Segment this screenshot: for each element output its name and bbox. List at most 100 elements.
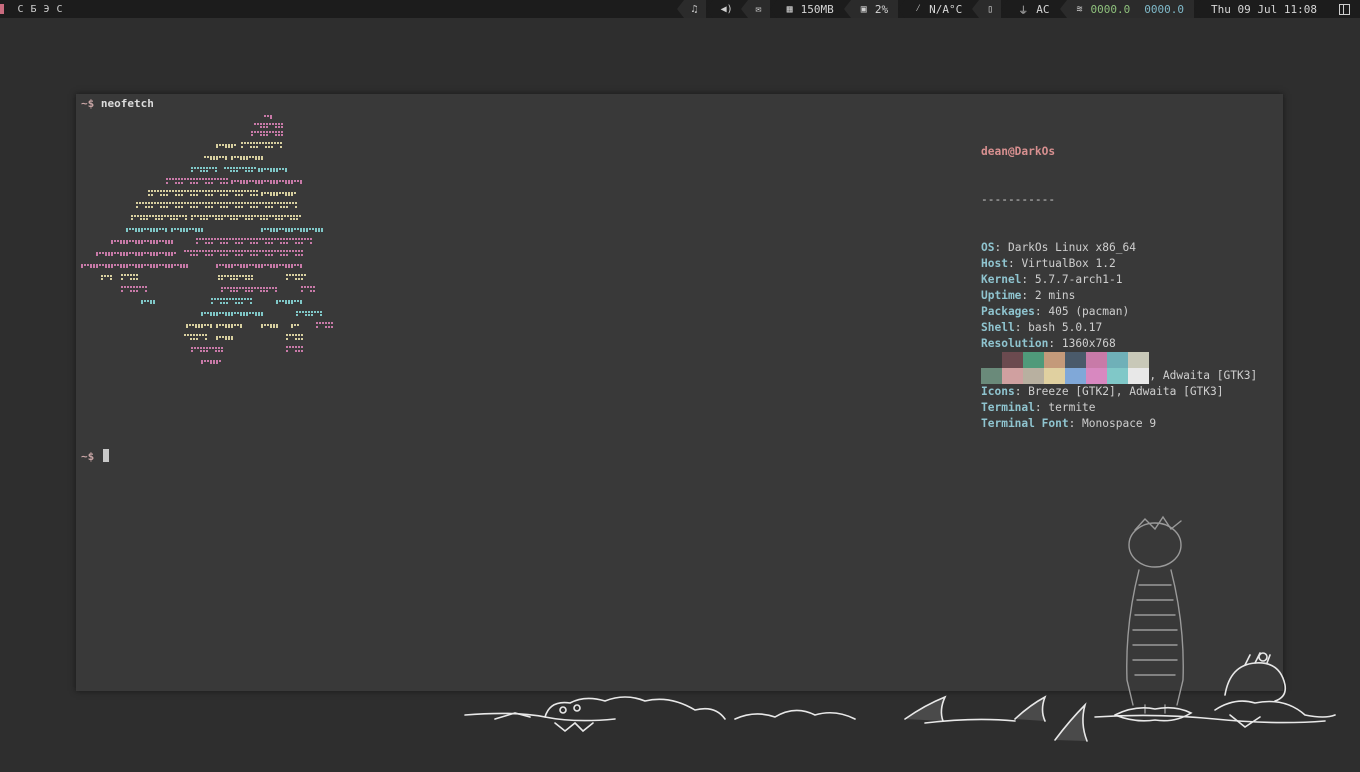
ascii-art-dot [294, 180, 296, 182]
ascii-art-dot [211, 298, 213, 300]
ascii-art-dot [274, 250, 276, 252]
ascii-art-dot [295, 350, 297, 352]
music-widget[interactable]: ♫ [683, 0, 706, 18]
ascii-art-dot [111, 254, 113, 256]
ascii-art-dot [150, 230, 152, 232]
ascii-art-dot [144, 252, 146, 254]
ascii-art-dot [206, 218, 208, 220]
system-tray: ♫ ◀) ✉ ▦ 150MB ▣ 2% ⁄ N/A°C ▯ ⏚ AC ≋ 000… [676, 0, 1360, 18]
ascii-art-dot [243, 312, 245, 314]
volume-widget[interactable]: ◀) [713, 0, 741, 18]
ascii-art-dot [245, 218, 247, 220]
mail-widget[interactable]: ✉ [747, 0, 770, 18]
ascii-art-dot [300, 230, 302, 232]
ascii-art-dot [250, 206, 252, 208]
ascii-art-dot [258, 180, 260, 182]
ascii-art-dot [192, 324, 194, 326]
ascii-art-dot [133, 274, 135, 276]
ascii-art-dot [213, 314, 215, 316]
ascii-art-dot [226, 190, 228, 192]
ascii-art-dot [217, 178, 219, 180]
ascii-art-dot [210, 314, 212, 316]
ascii-art-dot [247, 298, 249, 300]
ascii-art-dot [234, 264, 236, 266]
temperature-widget[interactable]: ⁄ N/A°C [905, 0, 972, 18]
ascii-art-dot [306, 228, 308, 230]
color-swatch [1023, 352, 1044, 368]
ascii-art-dot [256, 254, 258, 256]
ascii-art-dot [108, 264, 110, 266]
ascii-art-dot [288, 182, 290, 184]
info-row: Shell: bash 5.0.17 [981, 320, 1257, 336]
ascii-art-dot [237, 264, 239, 266]
ascii-art-dot [161, 218, 163, 220]
tag-2[interactable]: Б [27, 4, 40, 15]
input-line[interactable]: ~$ [81, 449, 109, 463]
ascii-art-dot [121, 274, 123, 276]
ascii-art-dot [195, 324, 197, 326]
ascii-art-dot [169, 190, 171, 192]
ascii-art-dot [190, 206, 192, 208]
ascii-art-dot [285, 300, 287, 302]
ascii-art-dot [264, 228, 266, 230]
ascii-art-dot [132, 252, 134, 254]
ascii-art-dot [148, 190, 150, 192]
ascii-art-dot [250, 190, 252, 192]
ascii-art-dot [277, 250, 279, 252]
ascii-art-dot [230, 287, 232, 289]
ascii-art-dot [285, 180, 287, 182]
layout-box[interactable] [1327, 0, 1360, 18]
ascii-art-dot [286, 206, 288, 208]
tag-1[interactable]: С [14, 4, 27, 15]
ascii-art-dot [249, 180, 251, 182]
ascii-art-dot [191, 350, 193, 352]
ascii-art-dot [223, 182, 225, 184]
ascii-art-dot [289, 202, 291, 204]
ascii-art-dot [211, 238, 213, 240]
ascii-art-dot [217, 238, 219, 240]
ascii-art-dot [200, 218, 202, 220]
color-swatch [1002, 352, 1023, 368]
ascii-art-dot [228, 314, 230, 316]
memory-widget[interactable]: ▦ 150MB [777, 0, 844, 18]
ascii-art-dot [260, 215, 262, 217]
ascii-art-dot [236, 218, 238, 220]
net-up-value: 0000.0 [1144, 2, 1185, 16]
info-key: Terminal Font [981, 417, 1069, 430]
cpu-widget[interactable]: ▣ 2% [850, 0, 899, 18]
ascii-art-dot [127, 274, 129, 276]
ascii-art-dot [311, 314, 313, 316]
battery-widget[interactable]: ▯ [979, 0, 1002, 18]
ascii-art-dot [289, 346, 291, 348]
info-key: Host [981, 257, 1008, 270]
ascii-art-dot [307, 238, 309, 240]
ascii-art-dot [226, 298, 228, 300]
ascii-art-dot [190, 254, 192, 256]
ascii-art-dot [93, 266, 95, 268]
ascii-art-dot [144, 300, 146, 302]
ascii-art-dot [238, 298, 240, 300]
tag-4[interactable]: С [53, 4, 66, 15]
ascii-art-dot [282, 180, 284, 182]
ascii-art-dot [226, 238, 228, 240]
tag-3[interactable]: Э [40, 4, 53, 15]
ascii-art-dot [262, 202, 264, 204]
ascii-art-dot [325, 322, 327, 324]
ascii-art-dot [249, 264, 251, 266]
ascii-art-dot [191, 215, 193, 217]
ascii-art-dot [175, 178, 177, 180]
clock-widget[interactable]: Thu 09 Jul 11:08 [1201, 0, 1327, 18]
info-row: Packages: 405 (pacman) [981, 304, 1257, 320]
ascii-art-dot [156, 252, 158, 254]
ascii-art-dot [178, 194, 180, 196]
info-colon: : [1048, 337, 1062, 350]
ascii-art-dot [285, 182, 287, 184]
ascii-art-dot [114, 240, 116, 242]
ascii-art-dot [223, 190, 225, 192]
ascii-art-dot [243, 264, 245, 266]
power-widget[interactable]: ⏚ AC [1008, 0, 1059, 18]
ascii-art-dot [208, 194, 210, 196]
ascii-art-dot [281, 131, 283, 133]
ascii-art-dot [238, 190, 240, 192]
network-widget[interactable]: ≋ 0000.0 0000.0 [1066, 0, 1195, 18]
